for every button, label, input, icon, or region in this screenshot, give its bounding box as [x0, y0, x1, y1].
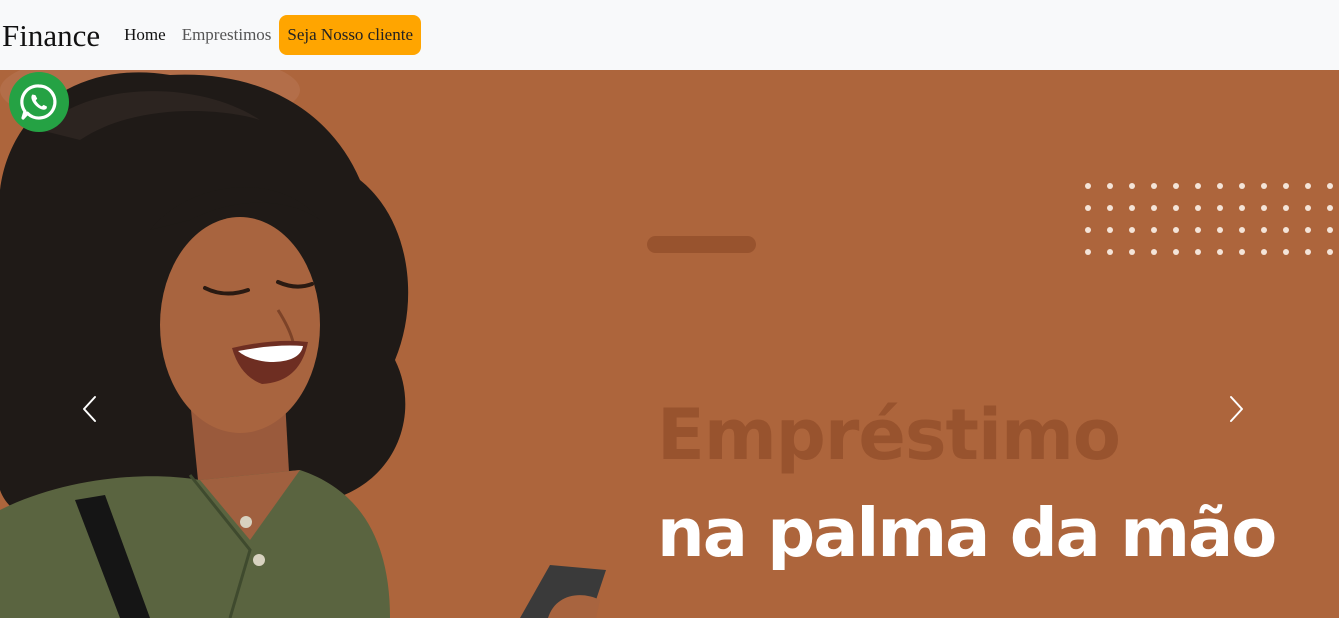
hero-headline-line2: na palma da mão [657, 494, 1277, 572]
chevron-right-icon [1230, 396, 1243, 422]
nav-links: Home Emprestimos Seja Nosso cliente [124, 15, 421, 55]
nav-link-home[interactable]: Home [124, 25, 166, 45]
hero-carousel: Empréstimo na palma da mão [0, 70, 1339, 618]
decorative-dots [1085, 183, 1333, 255]
become-client-button[interactable]: Seja Nosso cliente [279, 15, 421, 55]
whatsapp-button[interactable] [9, 72, 69, 132]
chevron-left-icon [83, 396, 96, 422]
carousel-prev-button[interactable] [78, 394, 102, 424]
carousel-next-button[interactable] [1224, 394, 1248, 424]
brand-logo[interactable]: Finance [2, 20, 100, 51]
navbar: Finance Home Emprestimos Seja Nosso clie… [0, 0, 1339, 70]
nav-link-emprestimos[interactable]: Emprestimos [182, 25, 272, 45]
decorative-pill [647, 236, 756, 253]
hero-photo [0, 70, 606, 618]
whatsapp-icon [20, 84, 57, 120]
hero-headline-line1: Empréstimo [657, 394, 1121, 476]
